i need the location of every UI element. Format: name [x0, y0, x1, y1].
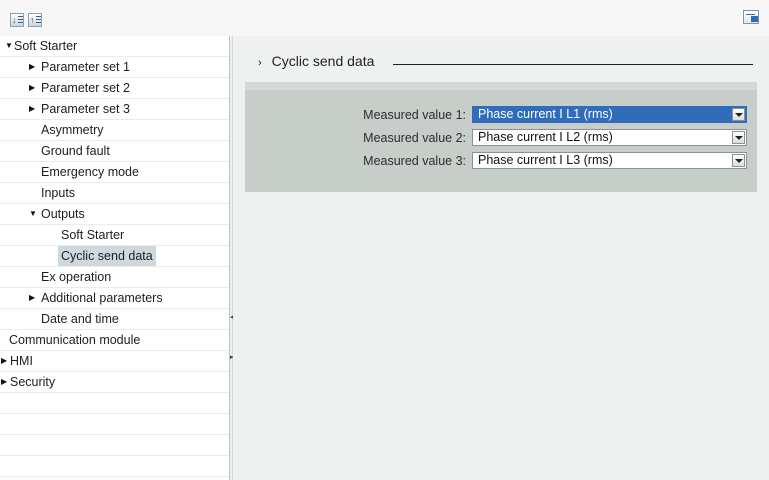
- tree-item-label: Cyclic send data: [58, 246, 156, 266]
- tree-item-soft-starter[interactable]: ▼ Soft Starter: [0, 36, 229, 57]
- tree-item-ground-fault[interactable]: Ground fault: [0, 141, 229, 162]
- tree-item-label: Parameter set 3: [41, 102, 130, 116]
- cyclic-send-panel: Measured value 1: Phase current I L1 (rm…: [245, 82, 757, 192]
- tree-empty-row: [0, 414, 229, 435]
- tree-item-label: Asymmetry: [41, 123, 104, 137]
- measured-value-2-select[interactable]: Phase current I L2 (rms): [472, 129, 747, 146]
- measured-value-1-value: Phase current I L1 (rms): [478, 107, 613, 121]
- chevron-down-icon[interactable]: [732, 108, 745, 121]
- section-header[interactable]: › Cyclic send data: [258, 53, 374, 69]
- tree-item-parameter-set-2[interactable]: ▶ Parameter set 2: [0, 78, 229, 99]
- tree-item-outputs-soft-starter[interactable]: Soft Starter: [0, 225, 229, 246]
- tree-item-label: Communication module: [9, 333, 141, 347]
- view-toggle-icon[interactable]: [743, 10, 759, 24]
- tree-item-label: Ex operation: [41, 270, 112, 284]
- chevron-right-icon[interactable]: ›: [258, 57, 262, 69]
- collapsed-arrow-icon[interactable]: ▶: [1, 351, 7, 371]
- measured-value-2-label: Measured value 2:: [363, 131, 466, 145]
- expanded-arrow-icon[interactable]: ▼: [5, 36, 13, 56]
- tree-item-hmi[interactable]: ▶ HMI: [0, 351, 229, 372]
- tree-item-security[interactable]: ▶ Security: [0, 372, 229, 393]
- tree-item-label: Parameter set 2: [41, 81, 130, 95]
- tree-item-label: Soft Starter: [14, 39, 78, 53]
- tree-item-label: Date and time: [41, 312, 119, 326]
- tree-item-parameter-set-3[interactable]: ▶ Parameter set 3: [0, 99, 229, 120]
- tree-empty-row: [0, 456, 229, 477]
- collapsed-arrow-icon[interactable]: ▶: [29, 99, 35, 119]
- content-area: › Cyclic send data Measured value 1: Phas…: [233, 36, 769, 480]
- tree-item-communication-module[interactable]: Communication module: [0, 330, 229, 351]
- collapsed-arrow-icon[interactable]: ▶: [29, 57, 35, 77]
- tree-item-label: Ground fault: [41, 144, 110, 158]
- tree-item-parameter-set-1[interactable]: ▶ Parameter set 1: [0, 57, 229, 78]
- tree-item-label: Emergency mode: [41, 165, 139, 179]
- tree-item-outputs[interactable]: ▼ Outputs: [0, 204, 229, 225]
- collapse-all-icon[interactable]: ↑: [28, 13, 42, 27]
- measured-value-3-value: Phase current I L3 (rms): [478, 153, 613, 167]
- measured-value-1-label: Measured value 1:: [363, 108, 466, 122]
- toolbar: ↓ ↑: [0, 0, 769, 36]
- tree-item-label: Inputs: [41, 186, 76, 200]
- expanded-arrow-icon[interactable]: ▼: [29, 204, 37, 224]
- tree-item-inputs[interactable]: Inputs: [0, 183, 229, 204]
- measured-value-3-select[interactable]: Phase current I L3 (rms): [472, 152, 747, 169]
- tree-empty-row: [0, 435, 229, 456]
- tree-item-emergency-mode[interactable]: Emergency mode: [0, 162, 229, 183]
- measured-value-2-value: Phase current I L2 (rms): [478, 130, 613, 144]
- collapsed-arrow-icon[interactable]: ▶: [29, 78, 35, 98]
- navigation-tree: ▼ Soft Starter ▶ Parameter set 1 ▶ Param…: [0, 36, 229, 480]
- tree-item-label: Parameter set 1: [41, 60, 130, 74]
- tree-item-label: Soft Starter: [61, 228, 125, 242]
- measured-value-1-select[interactable]: Phase current I L1 (rms): [472, 106, 747, 123]
- tree-item-label: Outputs: [41, 207, 85, 221]
- collapsed-arrow-icon[interactable]: ▶: [1, 372, 7, 392]
- panel-header-band: [245, 82, 757, 90]
- tree-empty-row: [0, 393, 229, 414]
- section-divider: [393, 64, 753, 65]
- expand-all-icon[interactable]: ↓: [10, 13, 24, 27]
- chevron-down-icon[interactable]: [732, 154, 745, 167]
- collapsed-arrow-icon[interactable]: ▶: [29, 288, 35, 308]
- tree-item-label: HMI: [10, 354, 33, 368]
- tree-item-ex-operation[interactable]: Ex operation: [0, 267, 229, 288]
- measured-value-3-label: Measured value 3:: [363, 154, 466, 168]
- tree-item-label: Additional parameters: [41, 291, 163, 305]
- chevron-down-icon[interactable]: [732, 131, 745, 144]
- tree-item-cyclic-send-data[interactable]: Cyclic send data: [0, 246, 229, 267]
- tree-item-additional-parameters[interactable]: ▶ Additional parameters: [0, 288, 229, 309]
- tree-item-date-and-time[interactable]: Date and time: [0, 309, 229, 330]
- section-title: Cyclic send data: [271, 53, 375, 69]
- tree-item-label: Security: [10, 375, 56, 389]
- tree-item-asymmetry[interactable]: Asymmetry: [0, 120, 229, 141]
